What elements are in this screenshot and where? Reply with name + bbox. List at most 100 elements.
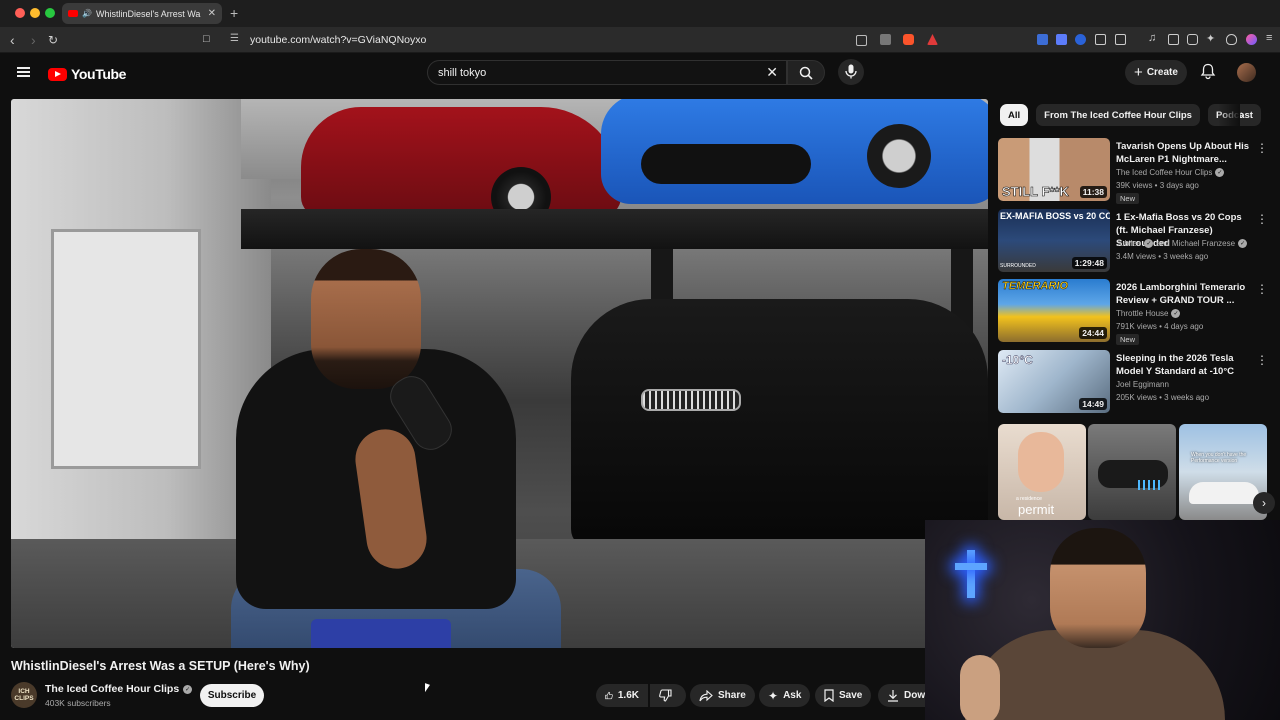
- new-badge: New: [1116, 193, 1140, 204]
- short-big-text: permit: [1018, 502, 1055, 517]
- webcam-person-hand: [960, 655, 1000, 720]
- more-options-icon[interactable]: ⋮: [1256, 282, 1268, 296]
- chip-fade: [1218, 104, 1240, 126]
- video-frame-blue-car: [601, 99, 988, 204]
- thumbnail-caption: -10°C: [1002, 353, 1033, 367]
- wheel-shape: [867, 124, 931, 188]
- extension-translate-icon[interactable]: [1037, 34, 1048, 45]
- video-frame-car-lift: [241, 209, 988, 249]
- share-page-icon[interactable]: [880, 34, 891, 45]
- new-tab-icon[interactable]: +: [230, 5, 238, 21]
- chip-all[interactable]: All: [1000, 104, 1029, 126]
- video-thumbnail[interactable]: -10°C 14:49: [998, 350, 1110, 413]
- url-text: youtube.com/watch?v=GViaNQNoyxo: [250, 34, 427, 46]
- address-bar[interactable]: ☰ youtube.com/watch?v=GViaNQNoyxo: [222, 29, 1242, 51]
- share-button[interactable]: Share: [690, 684, 755, 707]
- channel-avatar[interactable]: ICH CLIPS: [11, 682, 37, 708]
- channel-name: The Iced Coffee Hour Clips: [1116, 168, 1213, 177]
- profile-icon[interactable]: [1246, 34, 1257, 45]
- recommendation-meta: 39K views • 3 days ago: [1116, 181, 1199, 190]
- vpn-shield-icon[interactable]: [1226, 34, 1237, 45]
- forward-icon[interactable]: ›: [31, 32, 36, 48]
- recommendation-item[interactable]: STILL F**K 11:38 Tavarish Opens Up About…: [998, 138, 1268, 204]
- back-icon[interactable]: ‹: [10, 32, 15, 48]
- leo-ai-icon[interactable]: ✦: [1206, 32, 1217, 45]
- recommendation-title[interactable]: 2026 Lamborghini Temerario Review + GRAN…: [1116, 281, 1256, 307]
- video-duration: 14:49: [1079, 398, 1107, 410]
- notifications-bell-icon[interactable]: [1200, 63, 1216, 80]
- brave-shields-icon[interactable]: [903, 34, 914, 45]
- recommendation-item[interactable]: EX-MAFIA BOSS vs 20 COPS SURROUNDED 1:29…: [998, 209, 1268, 273]
- cast-icon[interactable]: [856, 35, 867, 46]
- recommendation-channel[interactable]: Throttle House ✓: [1116, 309, 1181, 318]
- minimize-window-button[interactable]: [30, 8, 40, 18]
- browser-tab-active[interactable]: 🔊 WhistlinDiesel's Arrest Wa ✕: [62, 3, 222, 24]
- recommendation-title[interactable]: Tavarish Opens Up About His McLaren P1 N…: [1116, 140, 1256, 166]
- close-window-button[interactable]: [15, 8, 25, 18]
- recommendation-meta: 3.4M views • 3 weeks ago: [1116, 252, 1209, 261]
- extension-circle-icon[interactable]: [1075, 34, 1086, 45]
- create-button[interactable]: + Create: [1125, 60, 1187, 85]
- video-duration: 11:38: [1079, 186, 1107, 198]
- more-options-icon[interactable]: ⋮: [1256, 353, 1268, 367]
- chips-next-arrow-icon[interactable]: ›: [1240, 106, 1245, 122]
- new-badge: New: [1116, 334, 1140, 345]
- dislike-button[interactable]: [650, 684, 686, 707]
- site-settings-icon[interactable]: ☰: [230, 33, 239, 44]
- more-options-icon[interactable]: ⋮: [1256, 141, 1268, 155]
- more-options-icon[interactable]: ⋮: [1256, 212, 1268, 226]
- recommendation-meta: 205K views • 3 weeks ago: [1116, 393, 1210, 402]
- guide-menu-icon[interactable]: [17, 67, 30, 77]
- short-thumbnail[interactable]: a residence permit: [998, 424, 1086, 520]
- reader-mode-icon[interactable]: [1115, 34, 1126, 45]
- browser-tab-bar: 🔊 WhistlinDiesel's Arrest Wa ✕ +: [0, 0, 1280, 27]
- subscribe-button[interactable]: Subscribe: [200, 684, 264, 707]
- short-caption: When you don't have the Performance vers…: [1191, 452, 1247, 464]
- browser-toolbar: ‹ › ↻ □ ☰ youtube.com/watch?v=GViaNQNoyx…: [0, 27, 1280, 53]
- video-thumbnail[interactable]: STILL F**K 11:38: [998, 138, 1110, 201]
- save-button[interactable]: Save: [815, 684, 872, 707]
- bookmark-save-icon: [824, 689, 834, 702]
- sidebar-toggle-icon[interactable]: [1168, 34, 1179, 45]
- shorts-next-arrow-icon[interactable]: ›: [1253, 492, 1275, 514]
- download-label: Dow: [904, 690, 926, 701]
- video-thumbnail[interactable]: EX-MAFIA BOSS vs 20 COPS SURROUNDED 1:29…: [998, 209, 1110, 272]
- channel-name: Jubilee: [1116, 239, 1142, 248]
- youtube-logo[interactable]: YouTube: [48, 66, 126, 82]
- verified-check-icon: ✓: [1171, 309, 1181, 318]
- recommendation-item[interactable]: TEMERARIO 24:44 2026 Lamborghini Temerar…: [998, 279, 1268, 345]
- menu-icon[interactable]: ≡: [1266, 32, 1277, 44]
- channel-name-link[interactable]: The Iced Coffee Hour Clips ✓: [45, 683, 193, 695]
- speaker-icon[interactable]: 🔊: [82, 9, 92, 18]
- extension-blue-icon[interactable]: [1056, 34, 1067, 45]
- tab-close-icon[interactable]: ✕: [208, 8, 216, 19]
- recommendation-title[interactable]: Sleeping in the 2026 Tesla Model Y Stand…: [1116, 352, 1256, 378]
- ask-button[interactable]: ✦ Ask: [759, 684, 811, 707]
- media-music-icon[interactable]: ♫: [1148, 32, 1159, 44]
- search-input[interactable]: [438, 65, 758, 81]
- video-frame-stool: [311, 619, 451, 648]
- bookmark-icon[interactable]: □: [203, 33, 210, 45]
- like-button[interactable]: 1.6K: [596, 684, 648, 707]
- maximize-window-button[interactable]: [45, 8, 55, 18]
- video-player[interactable]: [11, 99, 988, 648]
- short-thumbnail[interactable]: [1088, 424, 1176, 520]
- extensions-puzzle-icon[interactable]: [1095, 34, 1106, 45]
- account-avatar[interactable]: [1237, 63, 1256, 82]
- neon-cross-horizontal: [955, 563, 987, 570]
- recommendation-channel[interactable]: Jubilee ✓ and Michael Franzese ✓: [1116, 239, 1248, 248]
- wallet-icon[interactable]: [1187, 34, 1198, 45]
- recommendation-item[interactable]: -10°C 14:49 Sleeping in the 2026 Tesla M…: [998, 350, 1268, 414]
- recommendation-channel[interactable]: Joel Eggimann: [1116, 380, 1169, 389]
- search-button[interactable]: [787, 60, 825, 85]
- voice-search-button[interactable]: [838, 59, 864, 85]
- microphone-icon: [845, 64, 857, 79]
- chip-from-channel[interactable]: From The Iced Coffee Hour Clips: [1036, 104, 1200, 126]
- youtube-header: YouTube ✕ + Create: [0, 53, 1280, 93]
- video-thumbnail[interactable]: TEMERARIO 24:44: [998, 279, 1110, 342]
- reload-icon[interactable]: ↻: [48, 33, 58, 47]
- recommendation-channel[interactable]: The Iced Coffee Hour Clips ✓: [1116, 168, 1225, 177]
- clear-search-icon[interactable]: ✕: [766, 64, 778, 81]
- search-icon: [799, 66, 813, 80]
- youtube-logo-text: YouTube: [71, 66, 127, 82]
